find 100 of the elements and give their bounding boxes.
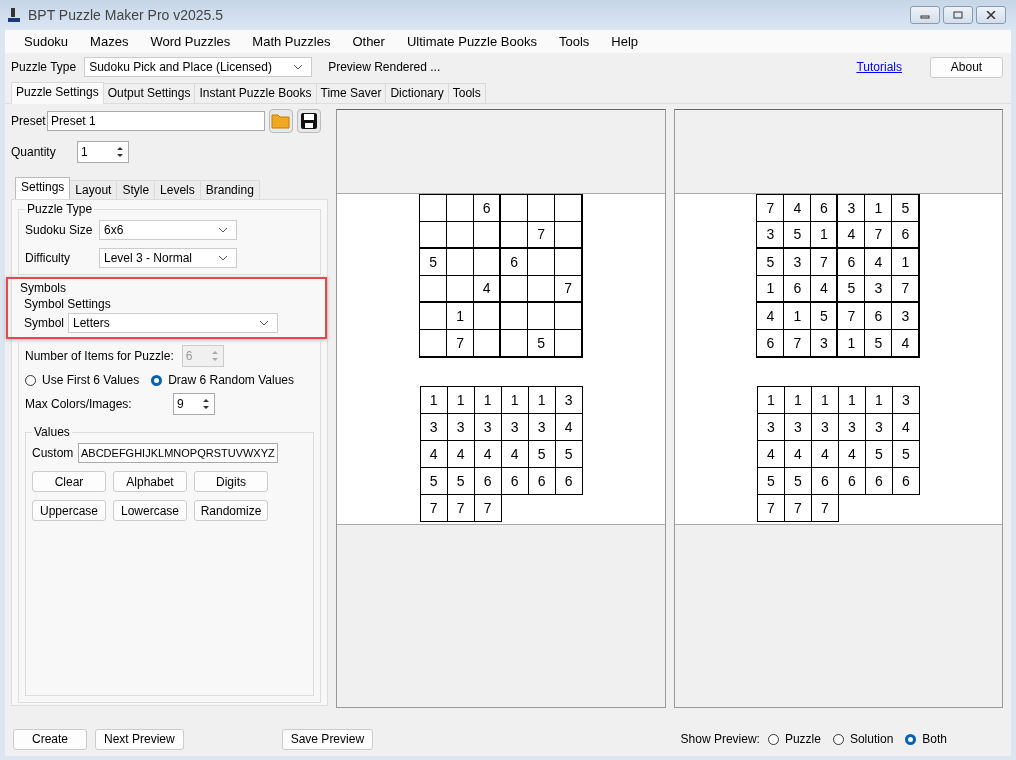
action-button[interactable]: Clear	[32, 471, 106, 492]
save-button[interactable]	[297, 109, 321, 133]
menu-item[interactable]: Sudoku	[13, 34, 80, 49]
close-button[interactable]	[976, 6, 1006, 24]
piece-cell: 1	[447, 386, 475, 414]
window-title: BPT Puzzle Maker Pro v2025.5	[28, 7, 224, 23]
piece-cell: 5	[892, 440, 920, 468]
status-text: Preview Rendered ...	[328, 60, 441, 74]
field-label: Quantity	[11, 145, 57, 159]
piece-cell: 5	[528, 440, 556, 468]
piece-cell: 1	[528, 386, 556, 414]
symbol-dropdown[interactable]: Letters	[68, 313, 278, 333]
piece-cell: 3	[784, 413, 812, 441]
action-button[interactable]: Randomize	[194, 500, 268, 521]
piece-cell: 6	[838, 467, 866, 495]
grid-cell: 3	[865, 275, 893, 303]
grid-cell	[447, 248, 475, 276]
piece-cell: 4	[757, 440, 785, 468]
grid-cell: 6	[757, 329, 785, 357]
grid-cell: 5	[528, 329, 556, 357]
grid-cell: 6	[865, 302, 893, 330]
grid-cell: 4	[892, 329, 920, 357]
folder-icon	[271, 113, 291, 129]
action-button[interactable]: Alphabet	[113, 471, 187, 492]
action-button[interactable]: Digits	[194, 471, 268, 492]
tab[interactable]: Branding	[199, 180, 260, 199]
chevron-icon	[293, 64, 304, 70]
grid-cell: 7	[784, 329, 812, 357]
radio-option[interactable]: Both	[905, 732, 947, 746]
grid-cell: 7	[811, 248, 839, 276]
preset-field[interactable]: Preset 1	[47, 111, 265, 131]
piece-cell: 6	[811, 467, 839, 495]
piece-cell: 7	[447, 494, 475, 522]
puzzle-type-dropdown[interactable]: Sudoku Pick and Place (Licensed)	[84, 57, 313, 77]
next-preview-button[interactable]: Next Preview	[95, 728, 184, 750]
action-button[interactable]: Uppercase	[32, 500, 106, 521]
radio-option[interactable]: Use First 6 Values	[25, 373, 140, 387]
grid-cell: 5	[865, 329, 893, 357]
piece-cell: 3	[555, 386, 583, 414]
grid-cell: 1	[811, 221, 839, 249]
piece-cell: 3	[420, 413, 448, 441]
quantity-spinner[interactable]: 1	[77, 141, 129, 163]
tab[interactable]: Layout	[69, 180, 118, 199]
field-label: Custom	[32, 446, 74, 460]
menu-item[interactable]: Ultimate Puzzle Books	[395, 34, 548, 49]
grid-cell: 6	[474, 194, 502, 222]
grid-cell	[528, 248, 556, 276]
grid-cell	[447, 275, 475, 303]
piece-cell: 3	[838, 413, 866, 441]
menu-item[interactable]: Mazes	[79, 34, 140, 49]
menu-item[interactable]: Help	[600, 34, 650, 49]
piece-cell: 4	[784, 440, 812, 468]
piece-cell: 4	[447, 440, 475, 468]
max-colors-spinner[interactable]: 9	[173, 393, 215, 415]
tab[interactable]: Settings	[15, 177, 71, 199]
radio-option[interactable]: Draw 6 Random Values	[151, 373, 294, 387]
radio-option[interactable]: Solution	[832, 732, 894, 746]
radio-option[interactable]: Puzzle	[767, 732, 821, 746]
save-icon	[300, 112, 318, 130]
grid-cell: 5	[784, 221, 812, 249]
tab[interactable]: Style	[116, 180, 156, 199]
difficulty-dropdown[interactable]: Level 3 - Normal	[99, 248, 237, 268]
grid-cell: 7	[447, 329, 475, 357]
piece-cell: 1	[420, 386, 448, 414]
grid-cell	[474, 302, 502, 330]
piece-cell: 1	[474, 386, 502, 414]
piece-cell: 3	[501, 413, 529, 441]
piece-cell: 7	[757, 494, 785, 522]
menu-item[interactable]: Tools	[548, 34, 601, 49]
sudoku-size-dropdown[interactable]: 6x6	[99, 220, 237, 240]
piece-cell: 1	[784, 386, 812, 414]
grid-cell: 6	[501, 248, 529, 276]
chevron-icon	[218, 227, 228, 233]
group-label: Symbols	[20, 281, 66, 295]
grid-cell: 7	[757, 194, 785, 222]
piece-cell: 7	[811, 494, 839, 522]
piece-cell: 7	[784, 494, 812, 522]
tutorials-link[interactable]: Tutorials	[856, 60, 902, 74]
tab[interactable]: Output Settings	[102, 83, 196, 103]
group-label: Symbol Settings	[23, 297, 111, 311]
menu-item[interactable]: Word Puzzles	[139, 34, 242, 49]
menu-item[interactable]: Math Puzzles	[241, 34, 342, 49]
about-button[interactable]: About	[930, 56, 1003, 78]
tab[interactable]: Levels	[154, 180, 201, 199]
piece-cell: 4	[501, 440, 529, 468]
grid-cell: 1	[447, 302, 475, 330]
menu-item[interactable]: Other	[341, 34, 396, 49]
custom-values-field[interactable]: ABCDEFGHIJKLMNOPQRSTUVWXYZ	[78, 443, 278, 463]
tab[interactable]: Tools	[447, 83, 486, 103]
tab[interactable]: Puzzle Settings	[11, 82, 104, 104]
minimize-button[interactable]	[910, 6, 940, 24]
piece-cell: 6	[892, 467, 920, 495]
restore-icon	[953, 11, 963, 19]
piece-cell: 1	[811, 386, 839, 414]
grid-cell	[474, 221, 502, 249]
action-button[interactable]: Lowercase	[113, 500, 187, 521]
piece-cell: 3	[757, 413, 785, 441]
tab[interactable]: Dictionary	[385, 83, 449, 103]
save-preview-button[interactable]: Save Preview	[281, 728, 374, 750]
create-button[interactable]: Create	[13, 728, 87, 750]
